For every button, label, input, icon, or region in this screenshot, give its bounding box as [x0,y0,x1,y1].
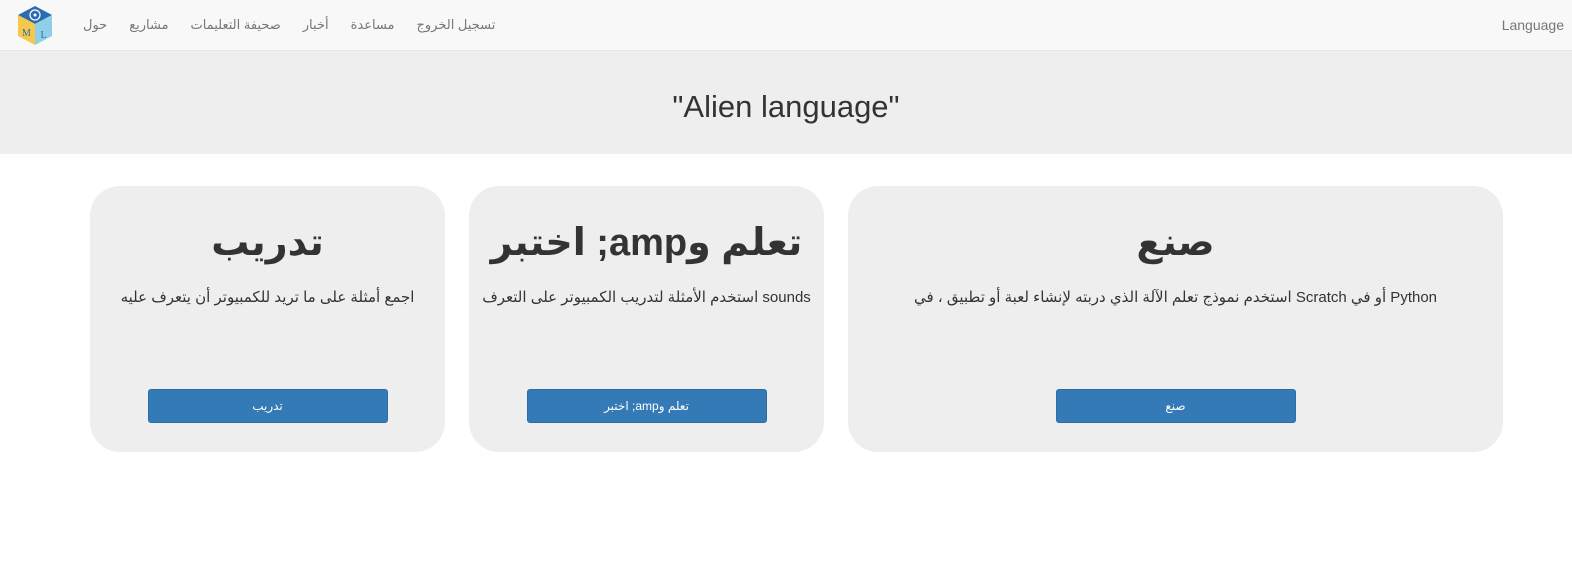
train-card: تدريب اجمع أمثلة على ما تريد للكمبيوتر أ… [90,186,445,452]
logo-letter-m: M [22,28,31,39]
ml-cube-logo-icon[interactable]: M L [16,5,54,46]
train-card-description: اجمع أمثلة على ما تريد للكمبيوتر أن يتعر… [120,289,415,306]
nav-link-projects[interactable]: مشاريع [118,17,179,33]
nav-link-worksheets[interactable]: صحيفة التعليمات [180,17,292,33]
nav-link-help[interactable]: مساعدة [340,17,406,33]
logo-letter-l: L [40,30,46,41]
nav-link-logout[interactable]: تسجيل الخروج [406,17,507,33]
learn-test-card-description: استخدم الأمثلة لتدريب الكمبيوتر على التع… [482,289,811,306]
make-card-title: صنع [1136,222,1215,264]
make-button[interactable]: صنع [1055,389,1296,423]
nav-links: حول مشاريع صحيفة التعليمات أخبار مساعدة … [72,0,506,50]
make-card-description: استخدم نموذج تعلم الآلة الذي دربته لإنشا… [913,289,1438,306]
project-title: "Alien language" [672,89,900,124]
train-card-title: تدريب [211,222,324,264]
nav-link-about[interactable]: حول [72,17,118,33]
project-header: "Alien language" [0,51,1572,154]
learn-test-card: اختبر ;amp‏تعلم و استخدم الأمثلة لتدريب … [469,186,824,452]
train-button[interactable]: تدريب [147,389,388,423]
language-menu[interactable]: Language [1502,17,1564,33]
learn-test-button[interactable]: اختبر ;amp‏تعلم و [526,389,767,423]
nav-link-news[interactable]: أخبار [292,17,340,33]
learn-test-card-title: اختبر ;amp‏تعلم و [490,222,803,264]
navbar: M L حول مشاريع صحيفة التعليمات أخبار مسا… [0,0,1572,51]
make-card: صنع استخدم نموذج تعلم الآلة الذي دربته ل… [848,186,1503,452]
